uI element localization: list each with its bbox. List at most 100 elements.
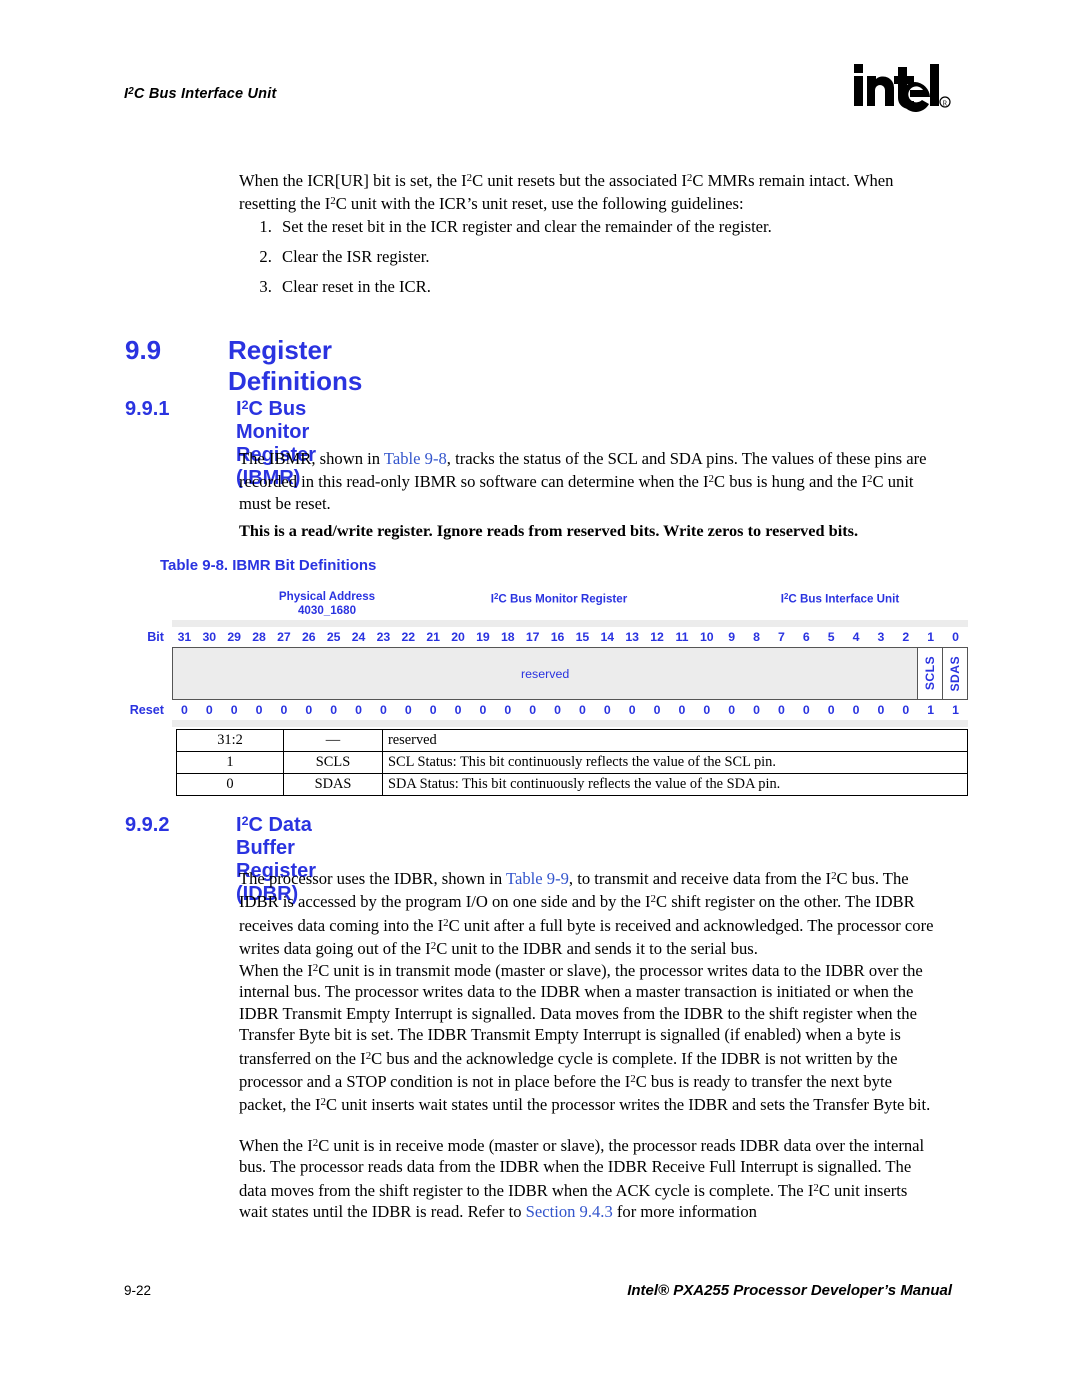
cell-bits: 1 <box>176 751 284 774</box>
table-row: 1 SCLS SCL Status: This bit continuously r… <box>176 751 968 774</box>
bit-number-cell: 2 <box>902 630 910 644</box>
register-name-post: C Bus Monitor Register <box>498 592 628 606</box>
reset-value-cell: 0 <box>479 703 487 717</box>
section-title: Register Definitions <box>228 335 363 396</box>
bit-number-cell: 19 <box>476 630 490 644</box>
reset-value-cell: 0 <box>902 703 910 717</box>
running-header-post: C Bus Interface Unit <box>133 86 277 103</box>
bit-number-cell: 30 <box>202 630 217 644</box>
reset-value-cell: 0 <box>554 703 561 717</box>
ibmr-register-diagram: Physical Address 4030_1680 I2C Bus Monit… <box>130 590 968 727</box>
section-number: 9.9.1 <box>125 398 170 420</box>
reset-value-cell: 0 <box>355 703 362 717</box>
reset-value-cell: 0 <box>255 703 263 717</box>
footer-manual-title: Intel® PXA255 Processor Developer’s Manu… <box>627 1282 952 1299</box>
field-sdas-label: SDAS <box>948 655 963 692</box>
idbr-paragraph-1: The processor uses the IDBR, shown in Ta… <box>239 868 934 958</box>
physical-address-label: Physical Address <box>278 590 376 603</box>
bit-number-cell: 11 <box>675 630 689 644</box>
section-9-4-3-link[interactable]: Section 9.4.3 <box>526 1202 613 1221</box>
field-sdas: SDAS <box>942 648 967 699</box>
intro-paragraph: When the ICR[UR] bit is set, the I2C uni… <box>239 170 894 214</box>
bit-number-cell: 27 <box>277 630 291 644</box>
unit-name-post: C Bus Interface Unit <box>788 592 900 606</box>
reset-value-cell: 1 <box>952 703 959 717</box>
bit-number-cell: 7 <box>778 630 785 644</box>
bit-number-cell: 5 <box>827 630 835 644</box>
reset-value-cell: 0 <box>628 703 636 717</box>
bit-number-cell: 6 <box>802 630 810 644</box>
bit-number-cell: 12 <box>650 630 664 644</box>
cell-name: SDAS <box>283 773 383 796</box>
list-item: Clear the ISR register. <box>276 246 966 267</box>
reset-value-cell: 0 <box>380 703 387 717</box>
bit-number-cell: 4 <box>852 630 860 644</box>
reset-value-cell: 0 <box>827 703 835 717</box>
cell-bits: 0 <box>176 773 284 796</box>
table-caption-9-8: Table 9-8. IBMR Bit Definitions <box>160 557 377 574</box>
ibmr-bit-definitions-table: 31:2— reserved 1 SCLS SCL Status: This bit c… <box>176 729 968 796</box>
bit-number-cell: 23 <box>376 630 391 644</box>
bit-number-cell: 18 <box>500 630 515 644</box>
reset-value-cell: 0 <box>877 703 885 717</box>
reset-value-row: Reset 0 0 0 0 0 0 0 0 0 0 0 0 0 0 0 0 0 0 0 0 0 0 0 0 0 0 0 0 0 0 1 1 <box>130 700 968 720</box>
intel-logo-mark: R <box>854 64 951 112</box>
unit-name-header: I2C Bus Interface Unit <box>712 590 968 606</box>
idbr-paragraph-3: When the I2C unit is in receive mode (ma… <box>239 1135 925 1222</box>
list-item: Clear reset in the ICR. <box>276 276 966 297</box>
reset-value-cell: 0 <box>454 703 462 717</box>
cell-bits: 31:2 <box>176 729 284 752</box>
document-page: I2C Bus Interface Unit R When the ICR[UR… <box>0 0 1080 1397</box>
physical-address-header: Physical Address 4030_1680 <box>212 590 442 617</box>
table-9-8-link[interactable]: Table 9-8 <box>384 449 447 468</box>
bit-number-cell: 25 <box>326 630 341 644</box>
register-diagram-headers: Physical Address 4030_1680 I2C Bus Monit… <box>172 590 968 620</box>
bit-number-cell: 9 <box>728 630 736 644</box>
reset-value-cell: 0 <box>181 703 188 717</box>
reset-value-cell: 0 <box>280 703 288 717</box>
register-field-row: reserved SCLS SDAS <box>172 647 968 700</box>
table-row: 31:2— reserved <box>176 729 968 752</box>
reset-value-cell: 0 <box>205 703 213 717</box>
bit-number-row: Bit 31 30 29 28 27 26 25 24 23 22 21 20 19 18 17 16 15 14… <box>147 627 968 647</box>
register-name-header: I2C Bus Monitor Register <box>434 590 684 606</box>
reserved-field: reserved <box>521 666 570 681</box>
bit-number-cell: 29 <box>227 630 242 644</box>
reset-value-cell: 1 <box>927 703 935 717</box>
cell-name: SCLS <box>283 751 383 774</box>
bit-number-cell: 15 <box>575 630 590 644</box>
reset-value-cell: 0 <box>852 703 860 717</box>
reset-row-label: Reset <box>129 703 164 717</box>
read-write-note: This is a read/write register. Ignore re… <box>239 521 859 540</box>
bit-number-cell: 10 <box>699 630 714 644</box>
bit-number-cell: 13 <box>625 630 640 644</box>
diagram-strip <box>172 620 968 627</box>
bit-number-cell: 0 <box>952 630 959 644</box>
reset-value-cell: 0 <box>230 703 238 717</box>
bit-number-cell: 3 <box>877 630 885 644</box>
diagram-strip-bottom <box>172 720 968 727</box>
bit-number-cell: 17 <box>525 630 540 644</box>
reset-value-cell: 0 <box>579 703 586 717</box>
reset-value-cell: 0 <box>678 703 686 717</box>
table-9-9-link[interactable]: Table 9-9 <box>506 869 569 888</box>
section-number: 9.9 <box>125 335 162 365</box>
reset-value-cell: 0 <box>429 703 437 717</box>
bit-number-cell: 8 <box>753 630 760 644</box>
reset-value-cell: 0 <box>330 703 338 717</box>
svg-text:R: R <box>943 100 948 108</box>
bit-number-cell: 31 <box>177 630 192 644</box>
bit-number-cell: 14 <box>600 630 615 644</box>
reset-value-cell: 0 <box>404 703 412 717</box>
reset-value-cell: 0 <box>802 703 810 717</box>
bit-number-cell: 24 <box>351 630 366 644</box>
reset-value-cell: 0 <box>529 703 537 717</box>
footer-page-number: 9-22 <box>124 1283 152 1298</box>
bit-row-label: Bit <box>147 630 164 644</box>
bit-number-cell: 26 <box>301 630 316 644</box>
reset-guidelines-list: Set the reset bit in the ICR register an… <box>252 216 966 306</box>
cell-description: SCL Status: This bit continuously reflec… <box>382 751 968 774</box>
reset-value-cell: 0 <box>703 703 711 717</box>
cell-description: SDA Status: This bit continuously reflec… <box>382 773 968 796</box>
bit-number-cell: 22 <box>401 630 416 644</box>
